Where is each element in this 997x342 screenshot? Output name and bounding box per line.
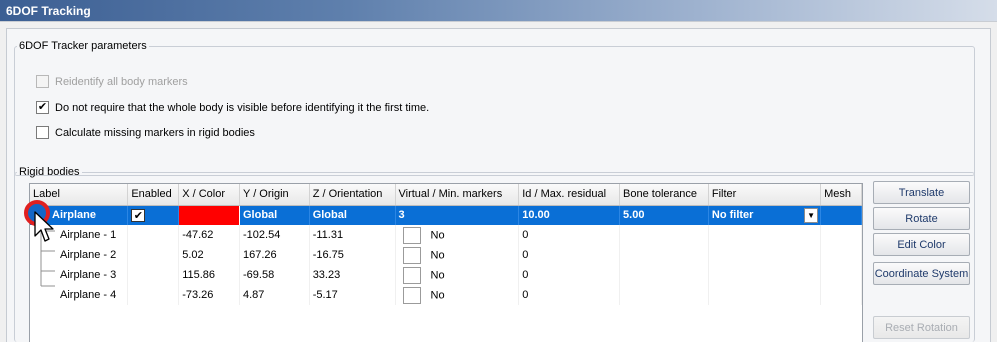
virtual-checkbox[interactable] [402,226,421,244]
translate-button[interactable]: Translate [873,181,970,204]
reidentify-markers-checkbox [36,75,49,88]
marker-bone-tolerance [619,265,709,285]
panel-title: 6DOF Tracking [6,4,91,18]
column-header-y-origin[interactable]: Y / Origin [239,184,310,206]
coordinate-system-button[interactable]: Coordinate System [873,262,970,285]
panel-title-bar: 6DOF Tracking [0,0,997,22]
column-header-id-max-residual[interactable]: Id / Max. residual [518,184,621,206]
column-header-x-color[interactable]: X / Color [178,184,240,206]
marker-mesh [820,265,862,285]
reidentify-markers-label: Reidentify all body markers [55,75,188,88]
table-row[interactable]: Airplane - 2 5.02 167.26 -16.75 No 0 [30,245,862,265]
table-row-airplane[interactable]: Airplane ✔ Global Global 3 10.00 5.00 No… [30,205,862,225]
column-header-bone-tolerance[interactable]: Bone tolerance [619,184,709,206]
body-filter-cell[interactable]: No filter ▼ [708,205,822,225]
marker-id[interactable]: 0 [518,265,621,285]
body-mesh[interactable] [820,205,862,225]
rigid-bodies-table[interactable]: Label Enabled X / Color Y / Origin Z / O… [29,183,863,342]
marker-id[interactable]: 0 [518,225,621,245]
require-visible-checkbox[interactable]: ✔ [36,101,49,114]
marker-x[interactable]: 5.02 [178,245,240,265]
calculate-missing-option[interactable]: Calculate missing markers in rigid bodie… [36,126,255,139]
table-row[interactable]: Airplane - 4 -73.26 4.87 -5.17 No 0 [30,285,862,305]
marker-mesh [820,285,862,305]
virtual-checkbox[interactable] [402,286,421,304]
marker-filter [708,245,822,265]
marker-enabled-cell [127,285,180,305]
marker-y[interactable]: -102.54 [239,225,310,245]
chevron-down-icon[interactable]: ▼ [804,207,819,223]
marker-id[interactable]: 0 [518,285,621,305]
marker-virtual-label: No [430,228,445,241]
marker-bone-tolerance [619,285,709,305]
column-header-z-orientation[interactable]: Z / Orientation [309,184,396,206]
rotate-button[interactable]: Rotate [873,207,970,230]
body-bone-tolerance[interactable]: 5.00 [619,205,709,225]
table-row[interactable]: Airplane - 1 -47.62 -102.54 -11.31 No 0 [30,225,862,245]
body-filter-value[interactable]: No filter [712,209,754,221]
table-row[interactable]: Airplane - 3 115.86 -69.58 33.23 No 0 [30,265,862,285]
marker-virtual-label: No [430,268,445,281]
body-min-markers[interactable]: 3 [395,205,520,225]
marker-mesh [820,225,862,245]
marker-enabled-cell [127,265,180,285]
marker-y[interactable]: -69.58 [239,265,310,285]
body-origin[interactable]: Global [239,205,310,225]
virtual-checkbox[interactable] [402,266,421,284]
marker-z[interactable]: -16.75 [309,245,396,265]
marker-y[interactable]: 167.26 [239,245,310,265]
marker-z[interactable]: -5.17 [309,285,396,305]
marker-filter [708,225,822,245]
marker-x[interactable]: 115.86 [178,265,240,285]
body-enabled-checkbox[interactable]: ✔ [131,208,146,222]
marker-enabled-cell [127,245,180,265]
reset-rotation-button[interactable]: Reset Rotation [873,316,970,339]
marker-z[interactable]: -11.31 [309,225,396,245]
require-visible-option[interactable]: ✔ Do not require that the whole body is … [36,101,429,114]
marker-y[interactable]: 4.87 [239,285,310,305]
calculate-missing-label[interactable]: Calculate missing markers in rigid bodie… [55,127,255,139]
body-enabled-cell[interactable]: ✔ [127,205,180,225]
marker-z[interactable]: 33.23 [309,265,396,285]
marker-virtual-label: No [430,288,445,301]
reidentify-markers-option: Reidentify all body markers [36,75,188,88]
marker-bone-tolerance [619,225,709,245]
table-header-row: Label Enabled X / Color Y / Origin Z / O… [30,184,862,206]
calculate-missing-checkbox[interactable] [36,126,49,139]
column-header-virtual-min-markers[interactable]: Virtual / Min. markers [395,184,520,206]
body-color-swatch[interactable] [178,205,240,225]
marker-x[interactable]: -47.62 [178,225,240,245]
body-orientation[interactable]: Global [309,205,396,225]
marker-id[interactable]: 0 [518,245,621,265]
marker-filter [708,285,822,305]
marker-filter [708,265,822,285]
marker-enabled-cell [127,225,180,245]
tracker-parameters-legend: 6DOF Tracker parameters [19,40,147,52]
marker-bone-tolerance [619,245,709,265]
marker-virtual-cell[interactable]: No [395,225,520,245]
column-header-mesh[interactable]: Mesh [820,184,862,206]
marker-virtual-label: No [430,248,445,261]
column-header-enabled[interactable]: Enabled [127,184,180,206]
column-header-filter[interactable]: Filter [708,184,822,206]
rigid-bodies-legend: Rigid bodies [19,166,80,178]
mouse-pointer-icon [34,211,54,242]
body-max-residual[interactable]: 10.00 [518,205,621,225]
marker-x[interactable]: -73.26 [178,285,240,305]
marker-virtual-cell[interactable]: No [395,245,520,265]
virtual-checkbox[interactable] [402,246,421,264]
marker-virtual-cell[interactable]: No [395,285,520,305]
marker-virtual-cell[interactable]: No [395,265,520,285]
marker-mesh [820,245,862,265]
edit-color-button[interactable]: Edit Color [873,233,970,256]
require-visible-label[interactable]: Do not require that the whole body is vi… [55,102,429,114]
